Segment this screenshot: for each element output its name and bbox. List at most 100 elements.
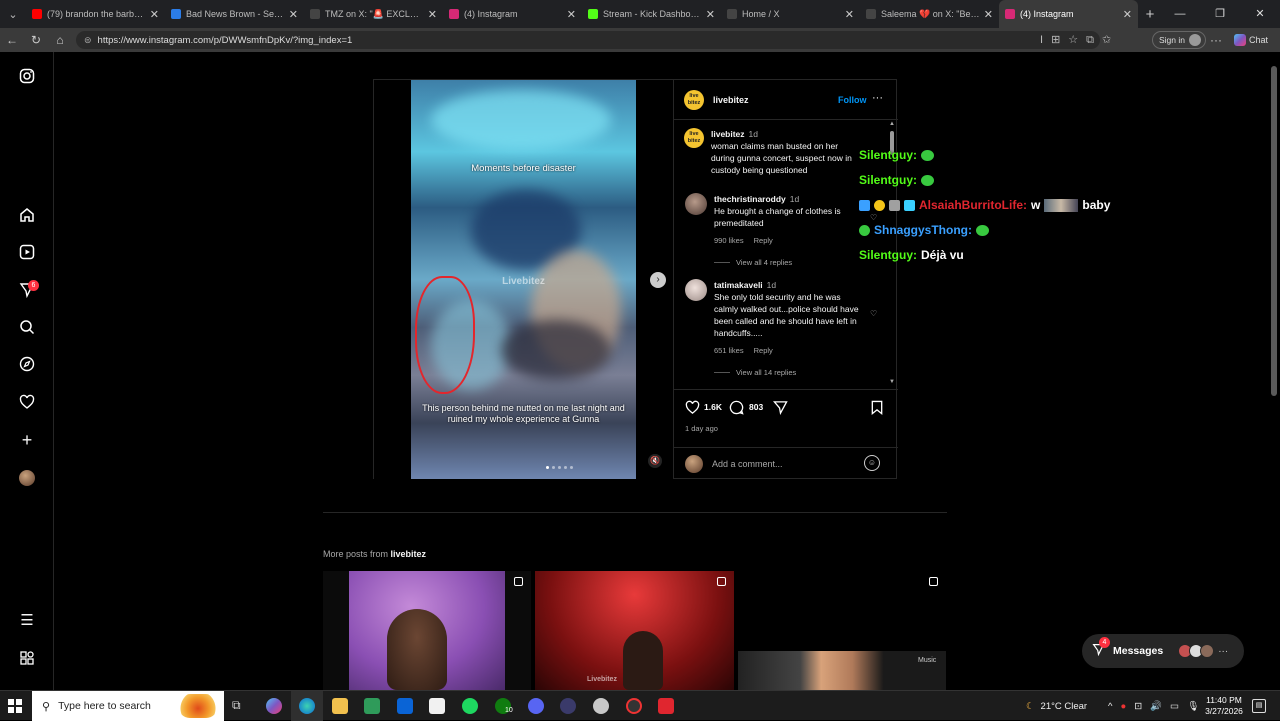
home-button[interactable]: ⌂ (48, 33, 72, 47)
scroll-up-arrow-icon[interactable]: ▲ (888, 121, 896, 127)
close-tab-icon[interactable]: ✕ (984, 8, 993, 21)
comment-username[interactable]: tatimakaveli (714, 280, 763, 290)
back-button[interactable]: ← (0, 33, 24, 47)
home-icon[interactable] (18, 207, 36, 225)
mute-audio-icon[interactable]: 🔇 (648, 454, 662, 468)
add-comment-input[interactable] (712, 456, 852, 472)
volume-icon[interactable]: 🔊 (1150, 701, 1162, 712)
app-icon[interactable] (560, 698, 576, 714)
tab-search-chevron-icon[interactable]: ⌄ (0, 0, 26, 28)
comment-like-heart-icon[interactable]: ♡ (870, 309, 877, 318)
reels-icon[interactable] (18, 244, 36, 262)
view-replies-button[interactable]: View all 4 replies (714, 258, 792, 267)
close-tab-icon[interactable]: ✕ (706, 8, 715, 21)
file-explorer-icon[interactable] (332, 698, 348, 714)
copilot-taskbar-icon[interactable] (266, 698, 282, 714)
browser-tab[interactable]: Home / X ✕ (721, 0, 860, 28)
obs-icon[interactable] (626, 698, 642, 714)
profile-avatar[interactable] (19, 470, 35, 486)
more-post-thumbnail[interactable]: Music (738, 571, 946, 690)
caption-author-avatar[interactable]: live bitez (684, 128, 704, 148)
network-icon[interactable]: ▭ (1170, 701, 1179, 712)
browser-tab[interactable]: Saleema 💔 on X: "Been a m ✕ (860, 0, 999, 28)
more-posts-username[interactable]: livebitez (391, 549, 427, 559)
spotify-icon[interactable] (462, 698, 478, 714)
recording-icon[interactable]: ● (1120, 701, 1126, 712)
save-bookmark-icon[interactable] (870, 400, 884, 418)
comment-reply-button[interactable]: Reply (754, 346, 773, 355)
extensions-icon[interactable]: ⧉ (1086, 31, 1094, 49)
search-icon[interactable] (18, 319, 36, 337)
hamburger-menu-icon[interactable]: ☰ (18, 612, 36, 630)
browser-menu-icon[interactable]: ··· (1210, 31, 1222, 49)
maximize-button[interactable]: ❐ (1200, 0, 1240, 28)
tray-app-icon[interactable]: ⊡ (1134, 701, 1142, 712)
page-scroll-thumb[interactable] (1271, 66, 1277, 396)
address-bar[interactable]: ⊜ https://www.instagram.com/p/DWWsmfnDpK… (76, 31, 1100, 49)
emoji-picker-icon[interactable]: ☺ (864, 455, 880, 471)
like-count[interactable]: 1.6K (704, 402, 722, 412)
post-date[interactable]: 1 day ago (685, 424, 718, 433)
comment-avatar[interactable] (685, 193, 707, 215)
follow-button[interactable]: Follow (838, 95, 867, 105)
comment-reply-button[interactable]: Reply (754, 236, 773, 245)
more-post-thumbnail[interactable] (323, 571, 531, 690)
app-icon[interactable] (658, 698, 674, 714)
notification-center-icon[interactable]: ▤ (1252, 699, 1266, 713)
page-scrollbar[interactable] (1268, 52, 1280, 690)
comment-bubble-icon[interactable] (729, 400, 744, 418)
edge-browser-icon[interactable] (299, 698, 315, 714)
view-replies-button[interactable]: View all 14 replies (714, 368, 796, 377)
more-post-thumbnail[interactable]: Livebitez (535, 571, 734, 690)
copilot-chat-button[interactable]: Chat (1234, 31, 1268, 49)
browser-tab[interactable]: (4) Instagram ✕ (443, 0, 582, 28)
scroll-down-arrow-icon[interactable]: ▼ (888, 379, 896, 385)
site-info-icon[interactable]: ⊜ (84, 35, 92, 46)
explore-compass-icon[interactable] (18, 356, 36, 374)
microphone-icon[interactable]: 🎙 (1187, 701, 1199, 712)
favorites-icon[interactable]: ✩ (1102, 31, 1111, 49)
instagram-logo-icon[interactable] (18, 68, 36, 86)
store-icon[interactable] (364, 698, 380, 714)
mail-icon[interactable] (397, 698, 413, 714)
discord-icon[interactable] (528, 698, 544, 714)
apps-grid-icon[interactable] (18, 650, 36, 668)
close-tab-icon[interactable]: ✕ (150, 8, 159, 21)
favorite-star-icon[interactable]: ☆ (1068, 31, 1078, 49)
windows-start-icon[interactable] (8, 699, 22, 713)
create-plus-icon[interactable]: + (18, 431, 36, 449)
close-tab-icon[interactable]: ✕ (289, 8, 298, 21)
browser-tab[interactable]: (4) Instagram ✕ (999, 0, 1138, 28)
comment-like-heart-icon[interactable]: ♡ (870, 213, 877, 222)
system-clock[interactable]: 11:40 PM 3/27/2026 (1200, 695, 1248, 717)
comment-likes[interactable]: 651 likes (714, 346, 744, 355)
carousel-next-icon[interactable]: › (650, 272, 666, 288)
comment-username[interactable]: thechristinaroddy (714, 194, 786, 204)
heart-notifications-icon[interactable] (18, 394, 36, 412)
minimize-button[interactable]: — (1160, 0, 1200, 28)
weather-widget[interactable]: ☾ 21°C Clear (1026, 691, 1087, 721)
tray-chevron-icon[interactable]: ^ (1108, 701, 1112, 712)
post-options-icon[interactable]: ··· (872, 92, 883, 104)
sign-in-button[interactable]: Sign in (1152, 31, 1206, 49)
browser-tab[interactable]: Bad News Brown - Search ✕ (165, 0, 304, 28)
close-tab-icon[interactable]: ✕ (428, 8, 437, 21)
caption-username[interactable]: livebitez (711, 129, 745, 139)
close-tab-icon[interactable]: ✕ (1123, 8, 1132, 21)
app-available-icon[interactable]: ⊞ (1051, 31, 1060, 49)
browser-tab[interactable]: (79) brandon the barber thi ✕ (26, 0, 165, 28)
new-tab-button[interactable]: + (1138, 6, 1162, 23)
post-video[interactable]: Moments before disaster Livebitez This p… (411, 80, 636, 479)
close-tab-icon[interactable]: ✕ (845, 8, 854, 21)
app-icon[interactable] (593, 698, 609, 714)
task-view-icon[interactable]: ⧉ (232, 698, 248, 714)
taskbar-search-box[interactable]: ⚲ Type here to search (32, 691, 224, 721)
refresh-button[interactable]: ↻ (24, 33, 48, 47)
messages-button[interactable]: 4 Messages ··· (1082, 634, 1244, 668)
browser-tab[interactable]: TMZ on X: "🚨 EXCLUSIVE: T ✕ (304, 0, 443, 28)
comment-likes[interactable]: 990 likes (714, 236, 744, 245)
author-username[interactable]: livebitez (713, 95, 749, 105)
comment-avatar[interactable] (685, 279, 707, 301)
browser-tab[interactable]: Stream - Kick Dashboard ✕ (582, 0, 721, 28)
share-icon[interactable] (772, 400, 788, 418)
